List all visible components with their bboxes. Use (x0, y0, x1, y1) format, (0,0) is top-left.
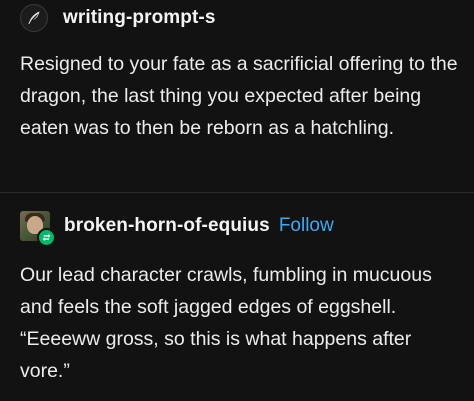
follow-button[interactable]: Follow (279, 215, 334, 237)
post-username[interactable]: writing-prompt-s (63, 7, 216, 29)
post-header: writing-prompt-s (20, 3, 216, 33)
tumblr-post-thread: writing-prompt-s Resigned to your fate a… (0, 0, 474, 401)
quill-pen-icon (28, 11, 40, 25)
post-header: broken-horn-of-equius Follow (20, 208, 334, 247)
avatar[interactable] (20, 211, 56, 247)
post-username[interactable]: broken-horn-of-equius (64, 215, 270, 237)
post-body-text: Resigned to your fate as a sacrificial o… (20, 53, 458, 139)
avatar[interactable] (20, 4, 48, 32)
reblog-icon (37, 228, 56, 247)
original-post: writing-prompt-s Resigned to your fate a… (0, 0, 474, 193)
post-body-text: Our lead character crawls, fumbling in m… (20, 264, 432, 382)
reblog-post: broken-horn-of-equius Follow Our lead ch… (0, 195, 474, 401)
